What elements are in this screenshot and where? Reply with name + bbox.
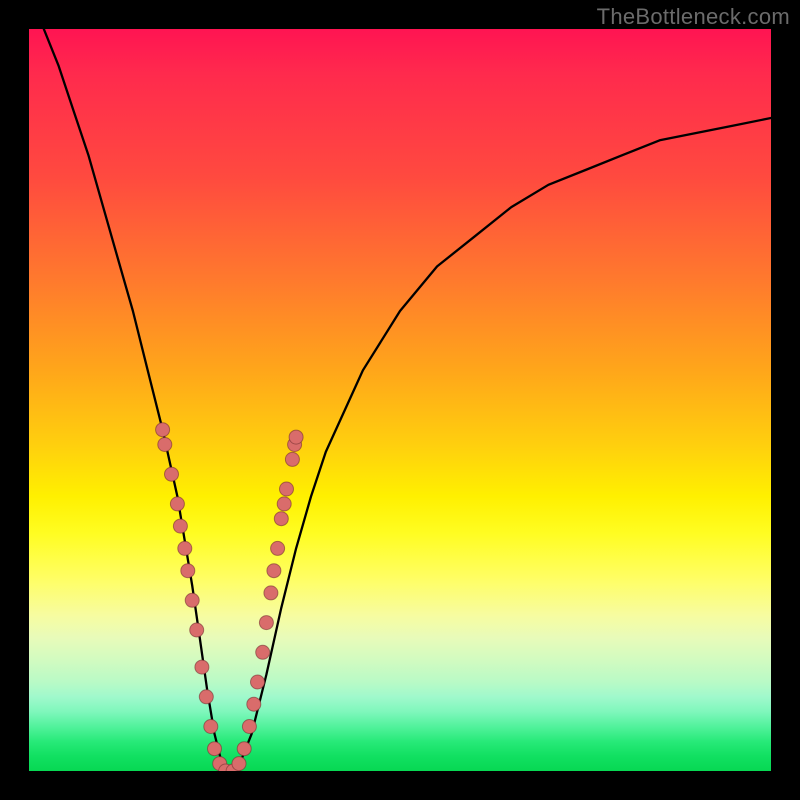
marker-dot — [285, 452, 299, 466]
marker-dot — [271, 541, 285, 555]
marker-dot — [251, 675, 265, 689]
marker-dot — [259, 616, 273, 630]
chart-frame: TheBottleneck.com — [0, 0, 800, 800]
marker-dot — [289, 430, 303, 444]
marker-dot — [264, 586, 278, 600]
marker-dot — [242, 720, 256, 734]
marker-dot — [173, 519, 187, 533]
marker-dot — [237, 742, 251, 756]
marker-dot — [247, 697, 261, 711]
marker-dot — [178, 541, 192, 555]
bottleneck-curve — [44, 29, 771, 771]
marker-dot — [280, 482, 294, 496]
marker-dot — [165, 467, 179, 481]
marker-dot — [181, 564, 195, 578]
watermark-label: TheBottleneck.com — [597, 4, 790, 30]
marker-dot — [185, 593, 199, 607]
marker-dot — [158, 438, 172, 452]
marker-dots — [156, 423, 304, 771]
marker-dot — [232, 757, 246, 771]
marker-dot — [204, 720, 218, 734]
marker-dot — [170, 497, 184, 511]
marker-dot — [274, 512, 288, 526]
marker-dot — [267, 564, 281, 578]
marker-dot — [156, 423, 170, 437]
plot-area — [29, 29, 771, 771]
marker-dot — [208, 742, 222, 756]
marker-dot — [195, 660, 209, 674]
marker-dot — [190, 623, 204, 637]
chart-svg — [29, 29, 771, 771]
marker-dot — [277, 497, 291, 511]
marker-dot — [256, 645, 270, 659]
marker-dot — [199, 690, 213, 704]
